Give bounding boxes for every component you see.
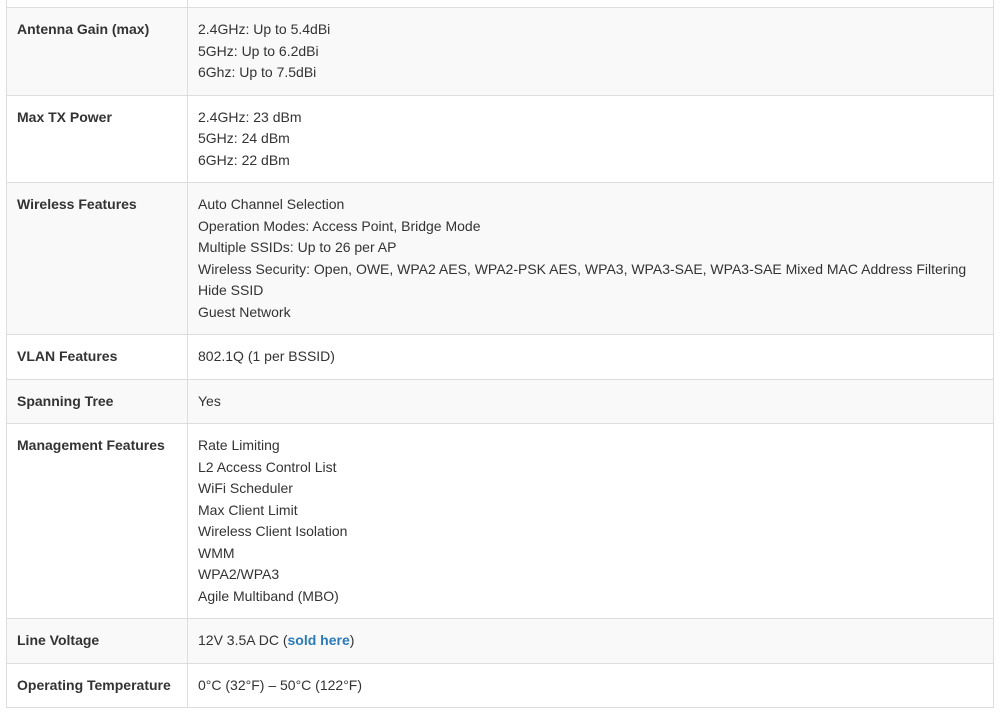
spec-line: L2 Access Control List: [198, 458, 337, 475]
spec-line: Guest Network: [198, 303, 291, 320]
spec-value-antenna-gain: 2.4GHz: Up to 5.4dBi 5GHz: Up to 6.2dBi …: [187, 7, 994, 96]
spec-line: Operation Modes: Access Point, Bridge Mo…: [198, 217, 481, 234]
spec-value-max-tx-power: 2.4GHz: 23 dBm 5GHz: 24 dBm 6GHz: 22 dBm: [187, 94, 994, 183]
spec-label-max-tx-power: Max TX Power: [6, 94, 188, 183]
spec-line: 6Ghz: Up to 7.5dBi: [198, 64, 317, 80]
spec-value-vlan-features: 802.1Q (1 per BSSID): [187, 334, 994, 380]
spec-line: 0°C (32°F) – 50°C (122°F): [198, 676, 363, 693]
spec-line: Auto Channel Selection: [198, 196, 345, 212]
spec-line: Rate Limiting: [198, 437, 280, 453]
spec-label-management-features: Management Features: [6, 423, 188, 619]
spec-line: Max Client Limit: [198, 501, 298, 518]
table-row: VLAN Features 802.1Q (1 per BSSID): [6, 334, 994, 380]
spec-value-management-features: Rate Limiting L2 Access Control List WiF…: [187, 423, 994, 619]
spec-label-wireless-features: Wireless Features: [6, 182, 188, 335]
spec-value-line-voltage: 12V 3.5A DC (sold here): [187, 618, 994, 664]
spec-line: Wireless Security: Open, OWE, WPA2 AES, …: [198, 260, 967, 277]
spec-value-wireless-features: Auto Channel Selection Operation Modes: …: [187, 182, 994, 335]
table-row: Antenna Gain (max) 2.4GHz: Up to 5.4dBi …: [6, 7, 994, 96]
spec-line: Multiple SSIDs: Up to 26 per AP: [198, 239, 397, 255]
spec-label-line-voltage: Line Voltage: [6, 618, 188, 664]
table-row: Line Voltage 12V 3.5A DC (sold here): [6, 618, 994, 664]
spec-line: 5GHz: 24 dBm: [198, 130, 290, 146]
spec-value-operating-temperature: 0°C (32°F) – 50°C (122°F): [187, 662, 994, 708]
spec-label-vlan-features: VLAN Features: [6, 334, 188, 380]
spec-label: [6, 0, 188, 8]
spec-line: 802.1Q (1 per BSSID): [198, 348, 335, 364]
table-row: Operating Temperature 0°C (32°F) – 50°C …: [6, 662, 994, 708]
table-row: Max TX Power 2.4GHz: 23 dBm 5GHz: 24 dBm…: [6, 94, 994, 183]
spec-value-spanning-tree: Yes: [187, 378, 994, 424]
spec-label-operating-temperature: Operating Temperature: [6, 662, 188, 708]
table-row: Spanning Tree Yes: [6, 378, 994, 424]
spec-line: WPA2/WPA3: [198, 566, 280, 582]
spec-line: Agile Multiband (MBO): [198, 587, 339, 604]
spec-line: 6GHz: 22 dBm: [198, 151, 290, 168]
table-row: Wireless Features Auto Channel Selection…: [6, 182, 994, 335]
spec-line: 5GHz: Up to 6.2dBi: [198, 42, 319, 59]
spec-line: Wireless Client Isolation: [198, 523, 348, 539]
table-row: [6, 0, 994, 8]
line-voltage-suffix: ): [349, 632, 355, 648]
spec-line: Hide SSID: [198, 282, 264, 298]
spec-line: WiFi Scheduler: [198, 480, 293, 496]
spec-line: 2.4GHz: 23 dBm: [198, 108, 302, 125]
table-row: Management Features Rate Limiting L2 Acc…: [6, 423, 994, 619]
spec-table: Antenna Gain (max) 2.4GHz: Up to 5.4dBi …: [6, 0, 994, 708]
spec-line: Yes: [198, 392, 221, 409]
spec-value: [187, 0, 994, 8]
spec-label-spanning-tree: Spanning Tree: [6, 378, 188, 424]
spec-line: 2.4GHz: Up to 5.4dBi: [198, 21, 331, 37]
spec-line: WMM: [198, 544, 235, 561]
spec-label-antenna-gain: Antenna Gain (max): [6, 7, 188, 96]
line-voltage-prefix: 12V 3.5A DC (: [198, 632, 288, 648]
sold-here-link[interactable]: sold here: [288, 632, 350, 648]
spec-line: 12V 3.5A DC (sold here): [198, 630, 983, 652]
